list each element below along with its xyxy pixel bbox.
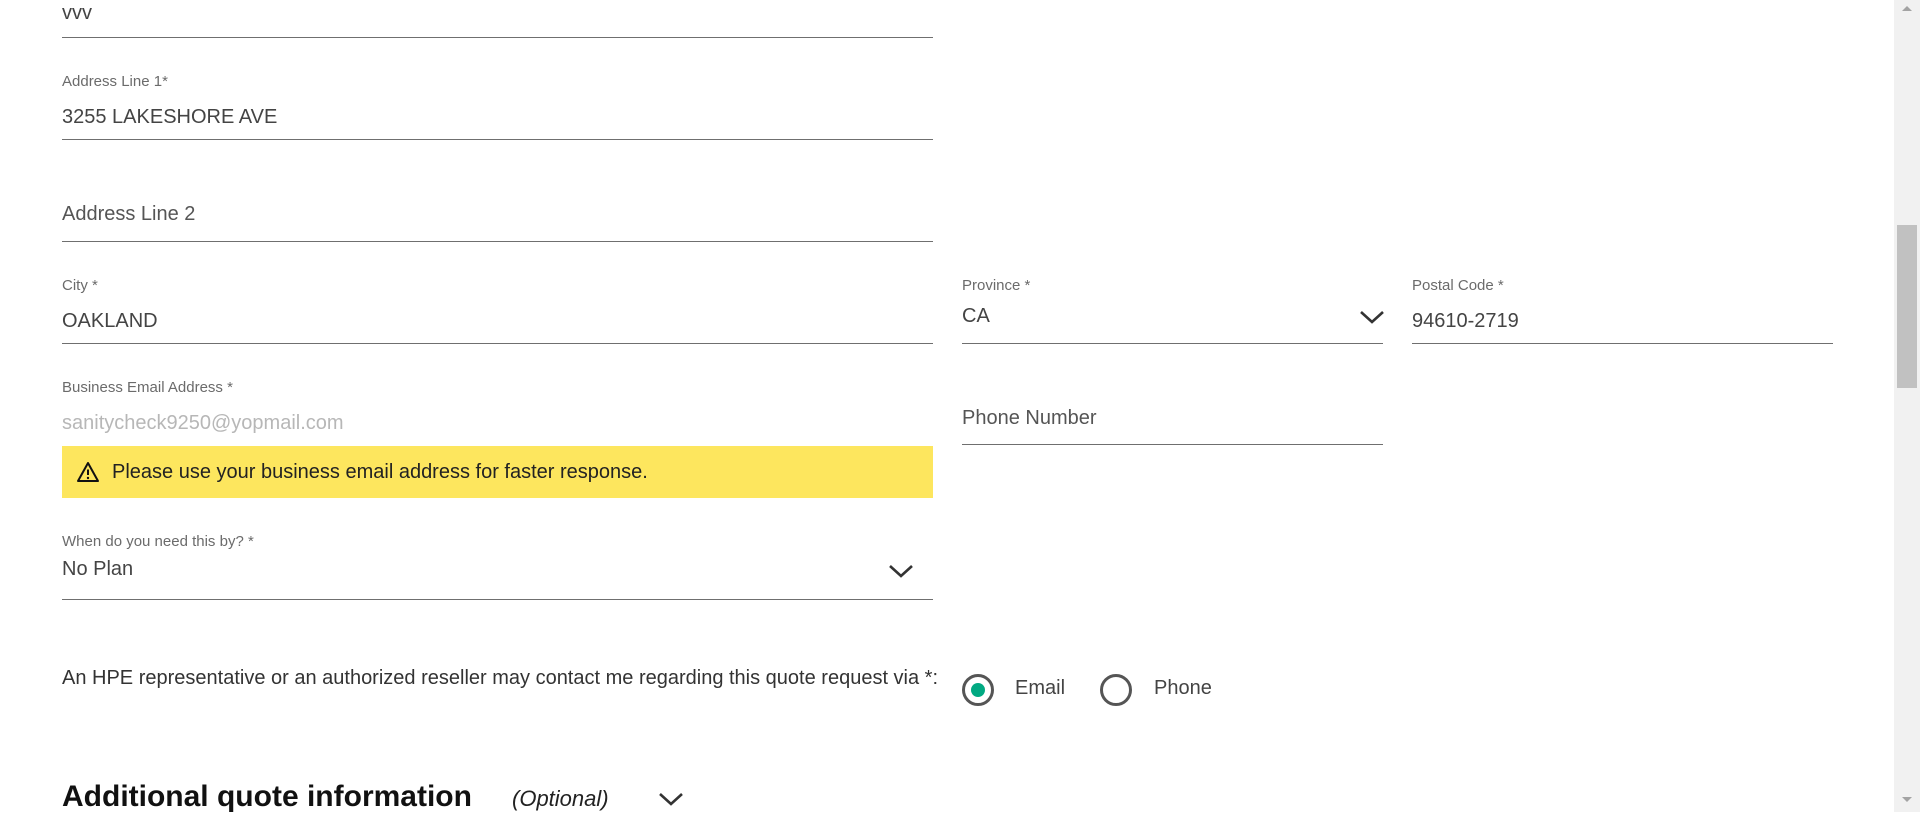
email-warning-banner: Please use your business email address f…: [62, 446, 933, 498]
need-by-value: No Plan: [62, 558, 134, 580]
postal-code-value: 94610-2719: [1412, 310, 1519, 332]
business-email-value: sanitycheck9250@yopmail.com: [62, 412, 344, 434]
phone-number-input[interactable]: Phone Number: [962, 399, 1383, 445]
business-email-input[interactable]: sanitycheck9250@yopmail.com: [62, 399, 933, 445]
province-label: Province *: [962, 277, 1031, 294]
scroll-down-arrow-icon[interactable]: [1902, 797, 1912, 802]
contact-consent-text: An HPE representative or an authorized r…: [62, 667, 939, 689]
address-line-2-input[interactable]: Address Line 2: [62, 195, 933, 242]
city-value: OAKLAND: [62, 310, 158, 332]
email-radio[interactable]: [962, 674, 994, 706]
chevron-down-icon: [889, 565, 913, 578]
phone-number-placeholder: Phone Number: [962, 407, 1097, 429]
vertical-scrollbar[interactable]: [1894, 0, 1920, 812]
province-value: CA: [962, 305, 990, 327]
city-input[interactable]: OAKLAND: [62, 297, 933, 344]
warning-triangle-icon: [77, 462, 99, 482]
radio-selected-dot: [971, 683, 985, 697]
need-by-label: When do you need this by? *: [62, 533, 254, 550]
chevron-down-icon: [1360, 311, 1384, 324]
postal-code-label: Postal Code *: [1412, 277, 1504, 294]
address-line-1-label: Address Line 1*: [62, 73, 168, 90]
postal-code-input[interactable]: 94610-2719: [1412, 297, 1833, 344]
address-line-1-value: 3255 LAKESHORE AVE: [62, 106, 278, 128]
need-by-select[interactable]: No Plan: [62, 553, 933, 600]
province-select[interactable]: CA: [962, 297, 1384, 344]
warning-text: Please use your business email address f…: [112, 460, 648, 483]
business-email-label: Business Email Address *: [62, 379, 233, 396]
address-line-2-placeholder: Address Line 2: [62, 203, 196, 225]
city-label: City *: [62, 277, 98, 294]
scroll-up-arrow-icon[interactable]: [1902, 6, 1912, 11]
additional-quote-heading[interactable]: Additional quote information: [62, 780, 472, 814]
top-field-value: vvv: [62, 2, 92, 24]
phone-radio[interactable]: [1100, 674, 1132, 706]
chevron-down-icon[interactable]: [658, 791, 684, 807]
address-line-1-input[interactable]: 3255 LAKESHORE AVE: [62, 92, 933, 140]
optional-label: (Optional): [512, 786, 609, 811]
email-radio-label[interactable]: Email: [1015, 677, 1065, 700]
scrollbar-thumb[interactable]: [1897, 225, 1917, 388]
top-field[interactable]: vvv: [62, 0, 933, 38]
phone-radio-label[interactable]: Phone: [1154, 677, 1212, 700]
